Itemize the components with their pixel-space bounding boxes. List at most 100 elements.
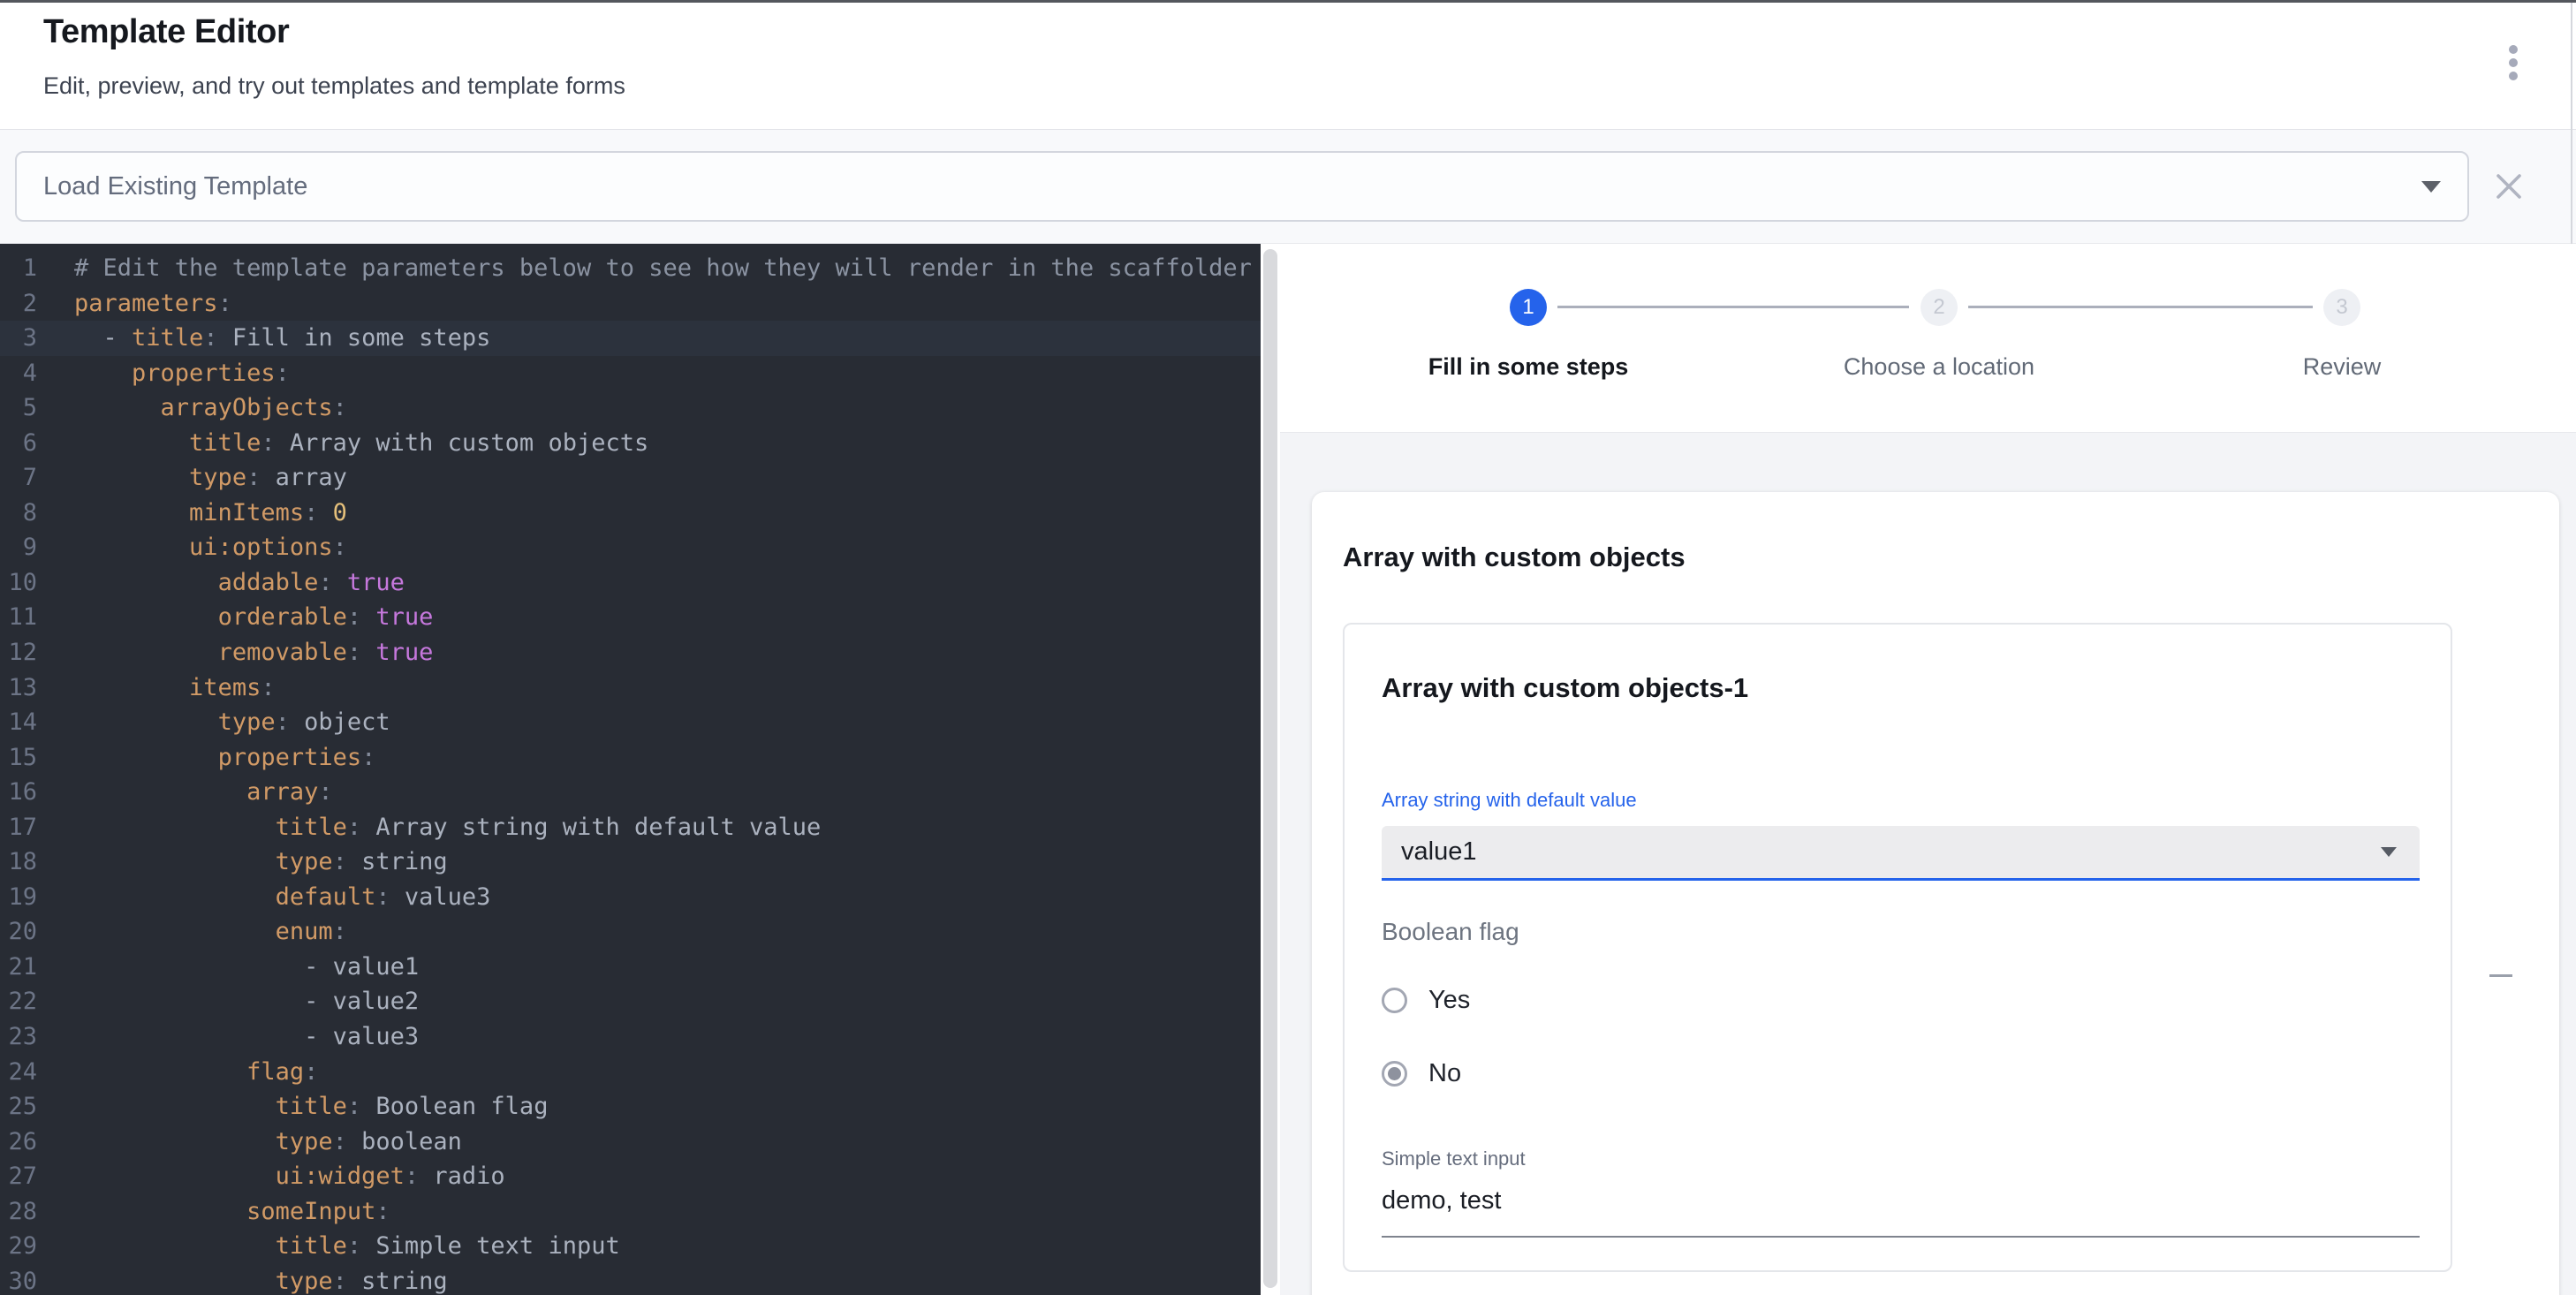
line-number: 11 [0,600,37,635]
radio-option-no[interactable]: No [1382,1054,1461,1093]
line-number: 5 [0,390,37,426]
code-text: title: Array with custom objects [74,426,648,461]
code-text: someInput: [74,1194,390,1230]
code-text: - value1 [74,950,419,985]
code-text: properties: [74,740,375,776]
text-field-label: Simple text input [1382,1147,1526,1170]
line-number: 28 [0,1194,37,1230]
line-number: 3 [0,321,37,356]
remove-array-item-button[interactable] [2480,954,2522,996]
line-number: 26 [0,1125,37,1160]
step-label-2: Choose a location [1754,353,2125,381]
radio-unchecked-icon [1382,988,1407,1013]
line-number: 16 [0,775,37,810]
code-text: type: boolean [74,1125,462,1160]
code-line: 26 type: boolean [0,1125,1261,1160]
code-text: items: [74,670,276,706]
code-line: 23 - value3 [0,1019,1261,1055]
code-text: parameters: [74,286,232,322]
code-text: addable: true [74,565,405,601]
code-text: enum: [74,914,347,950]
code-line: 8 minItems: 0 [0,496,1261,531]
page-title: Template Editor [43,13,289,51]
simple-text-input[interactable]: demo, test [1382,1186,1501,1215]
code-line: 25 title: Boolean flag [0,1089,1261,1125]
stepper-connector [1968,306,2313,308]
code-text: arrayObjects: [74,390,347,426]
kebab-menu-icon [2509,72,2518,80]
code-line: 5 arrayObjects: [0,390,1261,426]
code-text: minItems: 0 [74,496,347,531]
line-number: 7 [0,460,37,496]
array-item-card: Array with custom objects-1 Array string… [1343,623,2452,1272]
array-string-select[interactable]: value1 [1382,826,2420,881]
radio-option-yes[interactable]: Yes [1382,981,1470,1019]
code-line: 24 flag: [0,1055,1261,1090]
line-number: 13 [0,670,37,706]
code-text: type: string [74,1264,448,1295]
step-number: 3 [2336,295,2347,320]
step-indicator-2: 2 [1921,289,1958,326]
code-line: 29 title: Simple text input [0,1229,1261,1264]
main-split: 1 # Edit the template parameters below to… [0,244,2576,1295]
step-number: 1 [1522,295,1534,320]
line-number: 25 [0,1089,37,1125]
code-lines: 1# Edit the template parameters below to… [0,244,1261,1295]
line-number: 23 [0,1019,37,1055]
radio-option-label: Yes [1428,986,1470,1015]
line-number: 14 [0,705,37,740]
code-line: 7 type: array [0,460,1261,496]
step-indicator-1: 1 [1510,289,1547,326]
step-form-card: Array with custom objects Array with cus… [1312,492,2559,1295]
code-text: title: Array string with default value [74,810,821,845]
code-line: 16 array: [0,775,1261,810]
line-number: 27 [0,1159,37,1194]
form-preview-area: Array with custom objects Array with cus… [1280,433,2576,1295]
code-line: 17 title: Array string with default valu… [0,810,1261,845]
line-number: 22 [0,984,37,1019]
line-number: 19 [0,880,37,915]
window-right-edge [2571,3,2572,244]
code-line: 13 items: [0,670,1261,706]
editor-scrollbar-thumb[interactable] [1263,249,1277,1288]
radio-option-label: No [1428,1059,1461,1088]
line-number: 30 [0,1264,37,1295]
editor-scrollbar-track [1261,244,1280,1295]
line-number: 17 [0,810,37,845]
code-text: type: array [74,460,347,496]
code-text: properties: [74,356,290,391]
input-underline [1382,1236,2420,1238]
code-line: 6 title: Array with custom objects [0,426,1261,461]
line-number: 6 [0,426,37,461]
line-number: 29 [0,1229,37,1264]
stepper: 1 2 3 Fill in some steps Choose a locati… [1280,244,2576,433]
more-options-button[interactable] [2484,34,2542,92]
line-number: 9 [0,530,37,565]
code-line: 21 - value1 [0,950,1261,985]
load-existing-template-select[interactable]: Load Existing Template [15,151,2469,222]
code-line: 19 default: value3 [0,880,1261,915]
code-line: 4 properties: [0,356,1261,391]
stepper-connector [1557,306,1909,308]
code-line: 1# Edit the template parameters below to… [0,251,1261,286]
code-line: 10 addable: true [0,565,1261,601]
step-indicator-3: 3 [2323,289,2360,326]
clear-template-button[interactable] [2475,153,2542,220]
minus-icon [2489,974,2512,977]
radio-checked-icon [1382,1061,1407,1087]
kebab-menu-icon [2509,58,2518,67]
code-text: orderable: true [74,600,433,635]
code-text: # Edit the template parameters below to … [74,251,1252,286]
window-top-edge [0,0,2576,3]
chevron-down-icon [2421,181,2441,193]
line-number: 20 [0,914,37,950]
code-text: title: Simple text input [74,1229,620,1264]
code-line: 12 removable: true [0,635,1261,670]
code-text: ui:options: [74,530,347,565]
line-number: 12 [0,635,37,670]
code-line: 14 type: object [0,705,1261,740]
section-heading: Array with custom objects [1343,541,1686,573]
code-editor[interactable]: 1# Edit the template parameters below to… [0,244,1261,1295]
code-line: 27 ui:widget: radio [0,1159,1261,1194]
close-icon [2496,173,2522,200]
